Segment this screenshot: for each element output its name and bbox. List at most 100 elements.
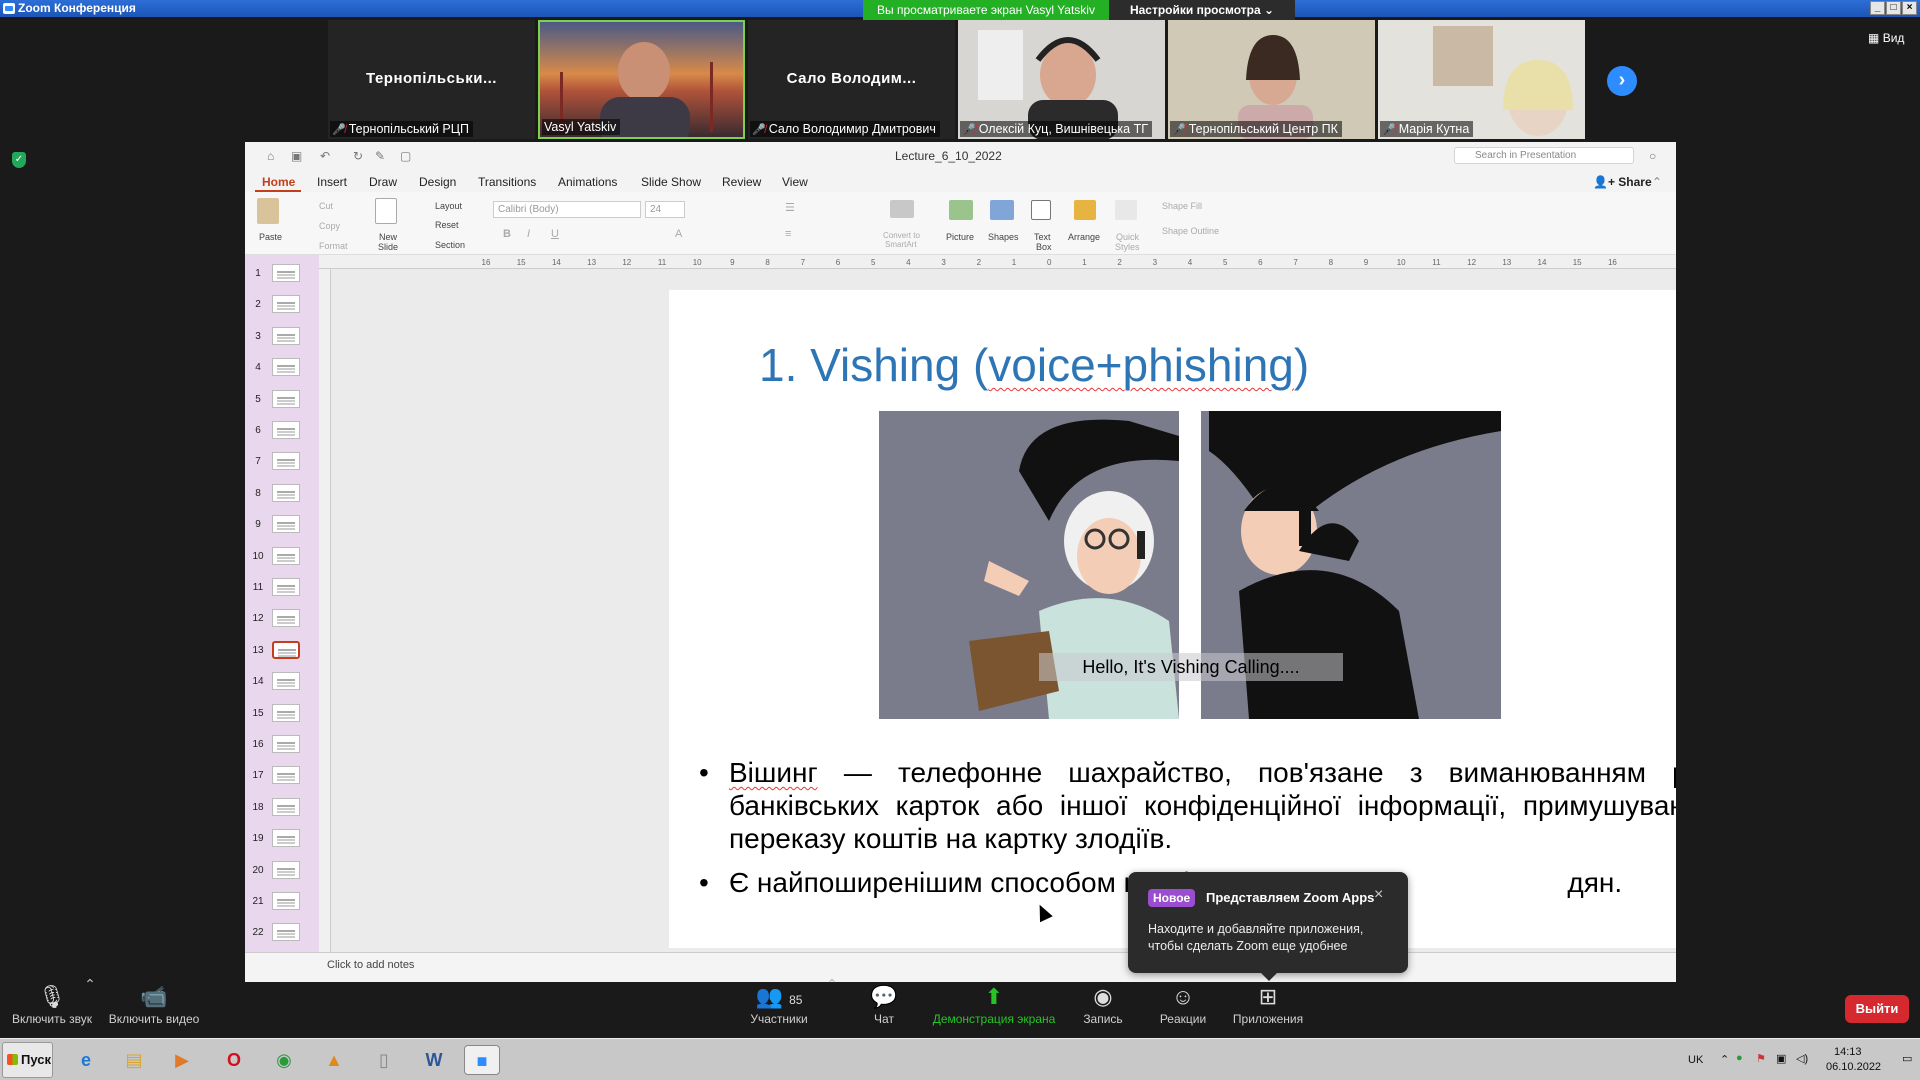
- copy-button[interactable]: Copy: [319, 221, 340, 231]
- new-doc-icon[interactable]: ▢: [400, 149, 414, 163]
- font-size-select[interactable]: 24: [645, 201, 685, 218]
- edit-icon[interactable]: ✎: [375, 149, 389, 163]
- clock-time[interactable]: 14:13: [1834, 1046, 1862, 1058]
- minimize-button[interactable]: _: [1870, 1, 1885, 15]
- show-desktop-icon[interactable]: ▭: [1902, 1052, 1912, 1065]
- participant-tile[interactable]: 🎤̸ Марія Кутна: [1378, 20, 1585, 139]
- tray-app-icon[interactable]: ●: [1736, 1052, 1743, 1064]
- convert-smartart-label-2[interactable]: SmartArt: [885, 240, 917, 249]
- word-icon[interactable]: W: [416, 1045, 452, 1075]
- slide-thumbnail[interactable]: 20: [245, 860, 319, 882]
- save-icon[interactable]: ▣: [291, 149, 305, 163]
- new-slide-label-2[interactable]: Slide: [378, 242, 398, 252]
- document-icon[interactable]: ▯: [366, 1045, 402, 1075]
- textbox-label-1[interactable]: Text: [1034, 232, 1051, 242]
- opera-icon[interactable]: O: [216, 1045, 252, 1075]
- start-button[interactable]: Пуск: [2, 1042, 53, 1078]
- quick-styles-label-2[interactable]: Styles: [1115, 242, 1140, 252]
- start-video-button[interactable]: 📹 Включить видео: [106, 982, 202, 1026]
- underline-button[interactable]: U: [551, 228, 559, 240]
- paste-icon[interactable]: [257, 198, 279, 224]
- app-icon[interactable]: ▲: [316, 1045, 352, 1075]
- bold-button[interactable]: B: [503, 228, 511, 240]
- convert-smartart-label-1[interactable]: Convert to: [883, 231, 920, 240]
- cut-button[interactable]: Cut: [319, 201, 333, 211]
- tab-draw[interactable]: Draw: [369, 175, 397, 189]
- slide-thumbnail[interactable]: 5: [245, 389, 319, 411]
- record-button[interactable]: ◉ Запись: [1078, 982, 1128, 1026]
- home-icon[interactable]: ⌂: [267, 149, 281, 163]
- unmute-button[interactable]: 🎙 Включить звук: [8, 982, 96, 1026]
- new-slide-label-1[interactable]: New: [379, 232, 397, 242]
- security-shield-icon[interactable]: ✓: [12, 152, 26, 168]
- arrange-icon[interactable]: [1074, 200, 1096, 220]
- paste-label[interactable]: Paste: [259, 232, 282, 242]
- tab-home[interactable]: Home: [262, 175, 295, 189]
- zoom-taskbar-icon[interactable]: ■: [464, 1045, 500, 1075]
- slide-thumbnail[interactable]: 9: [245, 514, 319, 536]
- slide-thumbnail[interactable]: 11: [245, 577, 319, 599]
- tray-expand-icon[interactable]: ⌃: [1720, 1053, 1729, 1066]
- layout-button[interactable]: Layout: [435, 201, 462, 211]
- slide-thumbnail[interactable]: 12: [245, 608, 319, 630]
- arrange-label[interactable]: Arrange: [1068, 232, 1100, 242]
- tab-insert[interactable]: Insert: [317, 175, 347, 189]
- slide-thumbnail[interactable]: 17: [245, 765, 319, 787]
- chrome-icon[interactable]: ◉: [266, 1045, 302, 1075]
- close-button[interactable]: ×: [1902, 1, 1917, 15]
- search-presentation-input[interactable]: Search in Presentation: [1454, 147, 1634, 164]
- slide-thumbnail[interactable]: 6: [245, 420, 319, 442]
- next-page-arrow-icon[interactable]: ›: [1607, 66, 1637, 96]
- reset-button[interactable]: Reset: [435, 220, 459, 230]
- shape-fill-button[interactable]: Shape Fill: [1162, 201, 1202, 211]
- slide-thumbnail[interactable]: 4: [245, 357, 319, 379]
- undo-icon[interactable]: ↶: [320, 149, 334, 163]
- slide-thumbnail[interactable]: 10: [245, 546, 319, 568]
- shapes-icon[interactable]: [990, 200, 1014, 220]
- slide-thumbnail[interactable]: 8: [245, 483, 319, 505]
- slide-thumbnail[interactable]: 14: [245, 671, 319, 693]
- smartart-icon[interactable]: [890, 200, 914, 218]
- collapse-ribbon-icon[interactable]: ⌃: [1652, 175, 1662, 189]
- chat-button[interactable]: 💬 Чат: [862, 982, 906, 1026]
- audio-options-chevron-icon[interactable]: ⌃: [84, 976, 96, 993]
- participant-tile[interactable]: Сало Володим... 🎤̸ Сало Володимир Дмитров…: [748, 20, 955, 139]
- tab-view[interactable]: View: [782, 175, 808, 189]
- italic-button[interactable]: I: [527, 228, 530, 240]
- slide-thumbnail[interactable]: 15: [245, 703, 319, 725]
- slide-thumbnail[interactable]: 13: [245, 640, 319, 662]
- slide-thumbnail[interactable]: 18: [245, 797, 319, 819]
- slide-thumbnail[interactable]: 7: [245, 451, 319, 473]
- network-icon[interactable]: ▣: [1776, 1052, 1786, 1065]
- shape-outline-button[interactable]: Shape Outline: [1162, 226, 1219, 236]
- view-options-dropdown[interactable]: Настройки просмотра ⌄: [1109, 0, 1295, 20]
- participant-tile[interactable]: Тернопільськи... 🎤̸ Тернопільський РЦП: [328, 20, 535, 139]
- flag-icon[interactable]: ⚑: [1756, 1052, 1766, 1065]
- font-color-button[interactable]: A: [675, 228, 682, 240]
- language-indicator[interactable]: UK: [1688, 1054, 1703, 1066]
- font-name-select[interactable]: Calibri (Body): [493, 201, 641, 218]
- picture-icon[interactable]: [949, 200, 973, 220]
- bullets-icon[interactable]: ☰: [785, 201, 795, 214]
- slide[interactable]: 1. Vishing (voice+phishing) Hello, It's …: [669, 290, 1676, 948]
- tab-transitions[interactable]: Transitions: [478, 175, 536, 189]
- participants-button[interactable]: 👥 85 Участники: [746, 982, 812, 1026]
- shapes-label[interactable]: Shapes: [988, 232, 1019, 242]
- share-screen-button[interactable]: ⬆ Демонстрация экрана: [930, 982, 1058, 1026]
- align-left-icon[interactable]: ≡: [785, 228, 791, 240]
- participant-tile[interactable]: 🎤̸ Тернопільський Центр ПК: [1168, 20, 1375, 139]
- slide-thumbnail[interactable]: 22: [245, 922, 319, 944]
- account-icon[interactable]: ○: [1649, 149, 1663, 163]
- participant-tile-active-speaker[interactable]: Vasyl Yatskiv: [538, 20, 745, 139]
- media-player-icon[interactable]: ▶: [164, 1045, 200, 1075]
- slide-thumbnail[interactable]: 2: [245, 294, 319, 316]
- maximize-button[interactable]: □: [1886, 1, 1901, 15]
- new-slide-icon[interactable]: [375, 198, 397, 224]
- slide-thumbnail[interactable]: 3: [245, 326, 319, 348]
- tab-design[interactable]: Design: [419, 175, 456, 189]
- redo-icon[interactable]: ↻: [353, 149, 367, 163]
- share-button[interactable]: 👤+ Share: [1593, 175, 1652, 189]
- textbox-label-2[interactable]: Box: [1036, 242, 1052, 252]
- view-button[interactable]: ▦ Вид: [1868, 31, 1904, 45]
- quick-styles-icon[interactable]: [1115, 200, 1137, 220]
